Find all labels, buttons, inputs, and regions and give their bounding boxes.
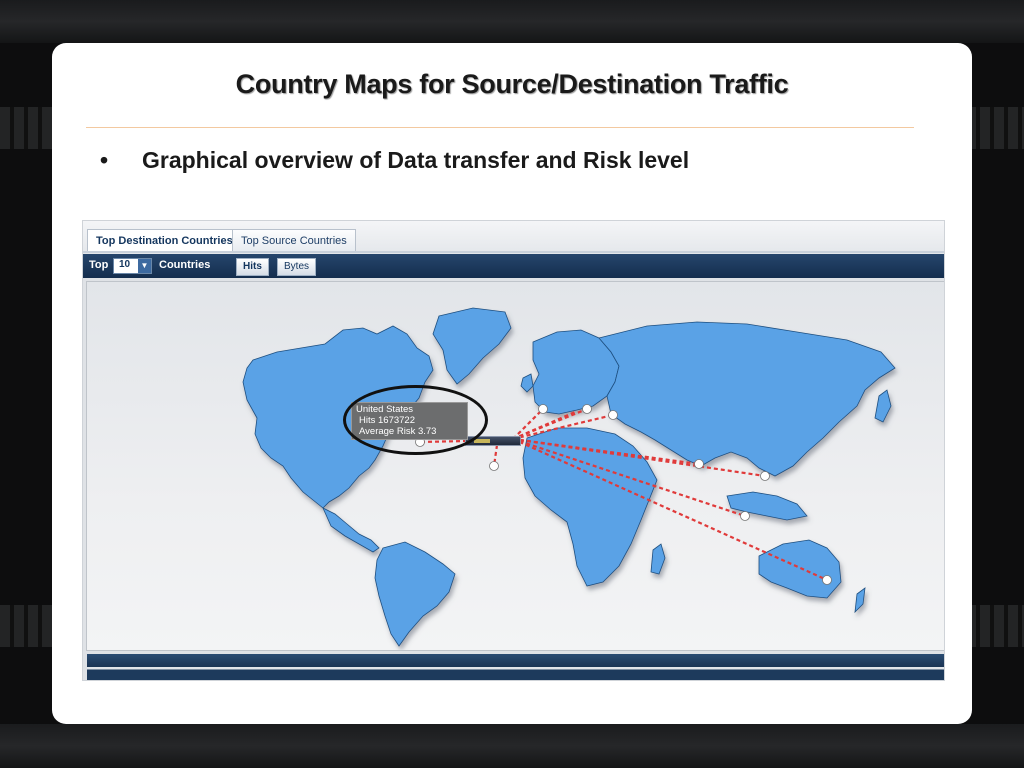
world-map (242, 307, 896, 647)
tab-bar: Top Destination Countries Top Source Cou… (83, 221, 944, 254)
bytes-button[interactable]: Bytes (277, 258, 317, 276)
location-dot-icon[interactable] (740, 511, 750, 521)
location-dot-icon[interactable] (538, 404, 548, 414)
location-dot-icon[interactable] (608, 410, 618, 420)
uk-landmass (520, 373, 534, 393)
bullet-item: • Graphical overview of Data transfer and… (100, 147, 689, 174)
tab-label: Top Destination Countries (96, 235, 233, 247)
slide-title: Country Maps for Source/Destination Traf… (235, 69, 789, 99)
bullet-text: Graphical overview of Data transfer and … (142, 147, 690, 173)
location-dot-icon[interactable] (694, 459, 704, 469)
bytes-button-label: Bytes (284, 261, 310, 272)
top-count-select[interactable]: 10 ▼ (113, 258, 152, 274)
madagascar-landmass (650, 543, 666, 575)
countries-label: Countries (159, 259, 211, 271)
south-america-landmass (374, 541, 456, 647)
title-divider (86, 127, 914, 128)
tab-underline (83, 251, 944, 253)
world-map-panel: United States Hits 1673722 Average Risk … (86, 281, 944, 651)
tab-label: Top Source Countries (241, 235, 347, 247)
japan-landmass (874, 389, 892, 423)
highlight-ring (343, 385, 488, 455)
hits-button[interactable]: Hits (236, 258, 269, 276)
hits-button-label: Hits (243, 261, 262, 272)
status-footer-bar (87, 654, 944, 680)
tab-top-destination-countries[interactable]: Top Destination Countries (87, 229, 242, 252)
location-dot-icon[interactable] (489, 461, 499, 471)
new-zealand-landmass (854, 587, 866, 614)
greenland-landmass (432, 307, 512, 385)
location-dot-icon[interactable] (582, 404, 592, 414)
southeast-asia-landmass (726, 491, 808, 521)
location-dot-icon[interactable] (760, 471, 770, 481)
tab-top-source-countries[interactable]: Top Source Countries (232, 229, 356, 252)
africa-landmass (522, 427, 658, 587)
background-band-top (0, 0, 1024, 43)
top-label: Top (89, 259, 109, 271)
slide: Country Maps for Source/Destination Traf… (52, 43, 972, 724)
asia-landmass (598, 321, 896, 477)
map-application: Top Destination Countries Top Source Cou… (82, 220, 945, 681)
background-band-bottom (0, 724, 1024, 768)
chevron-down-icon[interactable]: ▼ (138, 259, 151, 273)
bullet-marker: • (100, 147, 109, 173)
top-count-value: 10 (119, 259, 131, 270)
location-dot-icon[interactable] (822, 575, 832, 585)
map-toolbar: Top 10 ▼ Countries Hits Bytes (83, 254, 944, 278)
central-america-landmass (322, 507, 380, 553)
